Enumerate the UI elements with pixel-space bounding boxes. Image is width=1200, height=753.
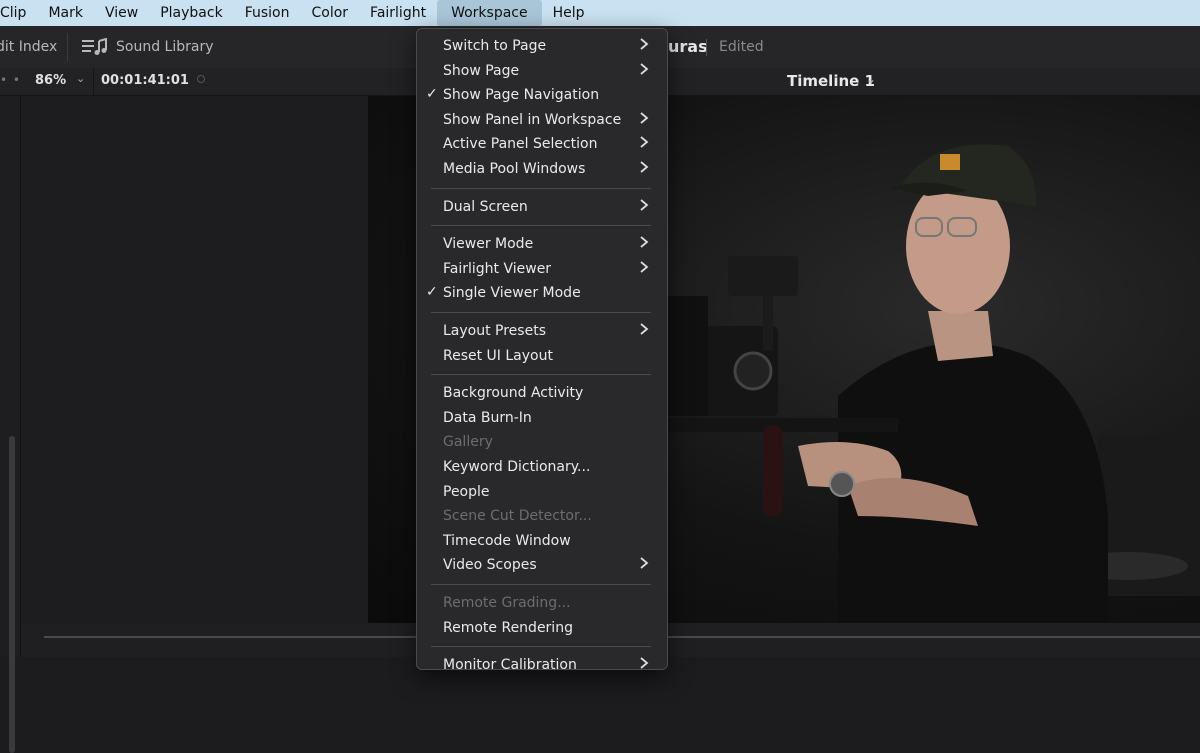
menu-item-label: Dual Screen — [443, 198, 528, 215]
menu-item-layout-presets[interactable]: Layout Presets — [417, 319, 667, 343]
menu-separator — [431, 646, 651, 648]
chevron-right-icon — [639, 322, 649, 340]
menu-item-label: Fairlight Viewer — [443, 260, 552, 277]
chevron-right-icon — [639, 656, 649, 674]
menu-item-label: Single Viewer Mode — [443, 285, 581, 302]
project-name: uras — [668, 37, 708, 56]
sound-library-icon[interactable] — [82, 37, 108, 60]
menu-workspace[interactable]: Workspace — [437, 0, 542, 26]
menu-item-label: Show Page Navigation — [443, 87, 600, 104]
menu-clip[interactable]: Clip — [0, 0, 37, 26]
menu-item-show-panel-in-workspace[interactable]: Show Panel in Workspace — [417, 108, 667, 132]
left-panel — [21, 96, 368, 623]
toolbar-divider — [67, 33, 68, 61]
chevron-right-icon — [639, 37, 649, 55]
menu-item-label: Data Burn-In — [443, 409, 532, 426]
menu-color[interactable]: Color — [300, 0, 359, 26]
chevron-right-icon — [639, 62, 649, 80]
menu-item-switch-to-page[interactable]: Switch to Page — [417, 34, 667, 58]
chevron-right-icon — [639, 198, 649, 216]
title-divider — [706, 39, 707, 56]
menu-item-remote-rendering[interactable]: Remote Rendering — [417, 616, 667, 640]
menu-item-remote-grading: Remote Grading... — [417, 591, 667, 615]
menu-item-media-pool-windows[interactable]: Media Pool Windows — [417, 157, 667, 181]
header-divider — [93, 68, 94, 95]
sound-library-button[interactable]: Sound Library — [116, 39, 214, 55]
menu-item-label: Active Panel Selection — [443, 136, 598, 153]
menu-item-label: Remote Grading... — [443, 595, 571, 611]
menu-mark[interactable]: Mark — [37, 0, 94, 26]
checkmark-icon: ✓ — [426, 86, 438, 103]
zoom-level[interactable]: 86% — [35, 73, 66, 88]
more-options-icon[interactable]: • • — [0, 73, 21, 87]
menu-item-show-page[interactable]: Show Page — [417, 59, 667, 83]
menu-item-label: Switch to Page — [443, 38, 547, 54]
menu-item-label: Gallery — [443, 434, 493, 451]
chevron-right-icon — [639, 260, 649, 278]
timeline-selector[interactable]: Timeline 1 — [787, 72, 875, 90]
menu-item-reset-ui-layout[interactable]: Reset UI Layout — [417, 344, 667, 368]
menu-item-label: Show Panel in Workspace — [443, 111, 622, 128]
chevron-right-icon — [639, 556, 649, 574]
menu-item-label: Viewer Mode — [443, 236, 534, 253]
menu-item-fairlight-viewer[interactable]: Fairlight Viewer — [417, 257, 667, 281]
project-status: Edited — [719, 39, 764, 55]
menu-item-scene-cut-detector: Scene Cut Detector... — [417, 504, 667, 528]
chevron-right-icon — [639, 135, 649, 153]
menu-item-active-panel-selection[interactable]: Active Panel Selection — [417, 132, 667, 156]
menu-item-label: People — [443, 483, 490, 500]
vertical-scrollbar[interactable] — [9, 436, 15, 753]
menu-bar: Clip Mark View Playback Fusion Color Fai… — [0, 0, 1200, 26]
menu-item-label: Reset UI Layout — [443, 347, 553, 364]
menu-fairlight[interactable]: Fairlight — [359, 0, 437, 26]
chevron-down-icon[interactable]: ⌄ — [866, 72, 876, 86]
menu-item-label: Show Page — [443, 62, 520, 79]
menu-item-label: Keyword Dictionary... — [443, 459, 591, 475]
menu-separator — [431, 312, 651, 313]
timecode-display: 00:01:41:01 — [101, 73, 189, 88]
menu-item-label: Monitor Calibration — [443, 657, 577, 674]
menu-item-label: Background Activity — [443, 385, 584, 402]
menu-item-gallery: Gallery — [417, 430, 667, 454]
menu-item-label: Media Pool Windows — [443, 161, 586, 177]
menu-item-data-burn-in[interactable]: Data Burn-In — [417, 406, 667, 430]
left-strip — [0, 96, 21, 753]
chevron-right-icon — [639, 111, 649, 129]
menu-item-label: Scene Cut Detector... — [443, 508, 592, 525]
menu-separator — [431, 374, 651, 376]
menu-item-people[interactable]: People — [417, 480, 667, 504]
chevron-right-icon — [639, 160, 649, 178]
menu-item-dual-screen[interactable]: Dual Screen — [417, 195, 667, 219]
menu-help[interactable]: Help — [542, 0, 596, 26]
menu-view[interactable]: View — [94, 0, 149, 26]
menu-separator — [431, 225, 651, 227]
menu-item-background-activity[interactable]: Background Activity — [417, 381, 667, 405]
menu-item-label: Timecode Window — [443, 532, 571, 549]
checkmark-icon: ✓ — [426, 284, 438, 301]
menu-item-label: Video Scopes — [443, 557, 537, 574]
menu-separator — [431, 584, 651, 585]
menu-item-timecode-window[interactable]: Timecode Window — [417, 529, 667, 553]
menu-item-single-viewer-mode[interactable]: ✓ Single Viewer Mode — [417, 281, 667, 305]
menu-separator — [431, 187, 651, 189]
chevron-down-icon[interactable]: ⌄ — [76, 72, 85, 85]
menu-item-label: Layout Presets — [443, 323, 546, 339]
menu-item-video-scopes[interactable]: Video Scopes — [417, 553, 667, 577]
workspace-menu: Switch to Page Show Page ✓ Show Page Naviga… — [416, 28, 668, 674]
menu-item-viewer-mode[interactable]: Viewer Mode — [417, 232, 667, 256]
menu-item-label: Remote Rendering — [443, 619, 573, 636]
menu-item-keyword-dictionary[interactable]: Keyword Dictionary... — [417, 455, 667, 479]
menu-item-show-page-navigation[interactable]: ✓ Show Page Navigation — [417, 83, 667, 107]
chevron-right-icon — [639, 235, 649, 253]
menu-playback[interactable]: Playback — [149, 0, 233, 26]
edit-index-button[interactable]: dit Index — [0, 39, 57, 55]
menu-fusion[interactable]: Fusion — [234, 0, 301, 26]
indicator-dot-icon — [197, 75, 205, 83]
